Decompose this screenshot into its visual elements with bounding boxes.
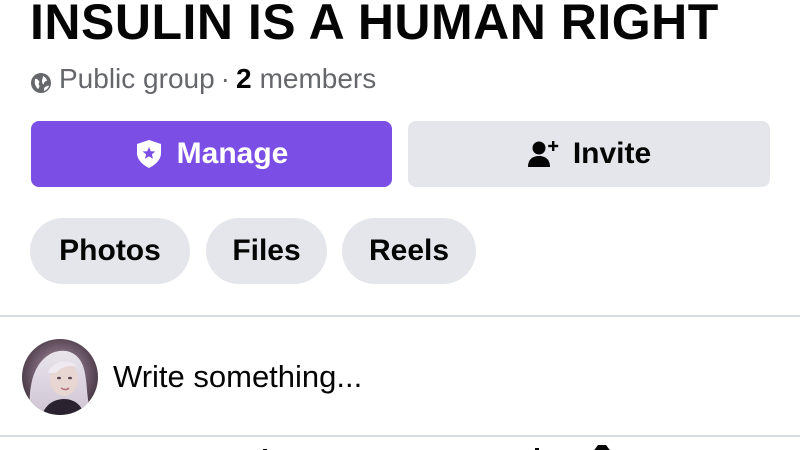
- tab-photos[interactable]: Photos: [30, 218, 190, 284]
- post-composer[interactable]: Write something...: [22, 339, 362, 415]
- group-title: INSULIN IS A HUMAN RIGHT: [30, 0, 719, 50]
- manage-label: Manage: [176, 137, 289, 170]
- shield-star-icon: [135, 139, 163, 169]
- next-row-peek: [0, 440, 800, 450]
- group-meta: Public group · 2 members: [30, 62, 376, 96]
- composer-placeholder: Write something...: [113, 359, 363, 394]
- tab-reels[interactable]: Reels: [342, 218, 476, 284]
- member-count[interactable]: 2: [236, 62, 252, 96]
- section-divider: [0, 315, 800, 317]
- privacy-label[interactable]: Public group: [59, 62, 215, 96]
- manage-button[interactable]: Manage: [31, 121, 392, 187]
- tab-files[interactable]: Files: [206, 218, 327, 284]
- group-page: INSULIN IS A HUMAN RIGHT Public group · …: [0, 0, 800, 450]
- member-label[interactable]: members: [260, 62, 377, 96]
- meta-separator: ·: [220, 63, 230, 94]
- invite-button[interactable]: Invite: [408, 121, 770, 187]
- section-divider: [0, 435, 800, 437]
- invite-label: Invite: [572, 137, 652, 170]
- globe-icon: [30, 68, 52, 93]
- add-person-icon: [527, 139, 559, 169]
- avatar[interactable]: [22, 339, 98, 415]
